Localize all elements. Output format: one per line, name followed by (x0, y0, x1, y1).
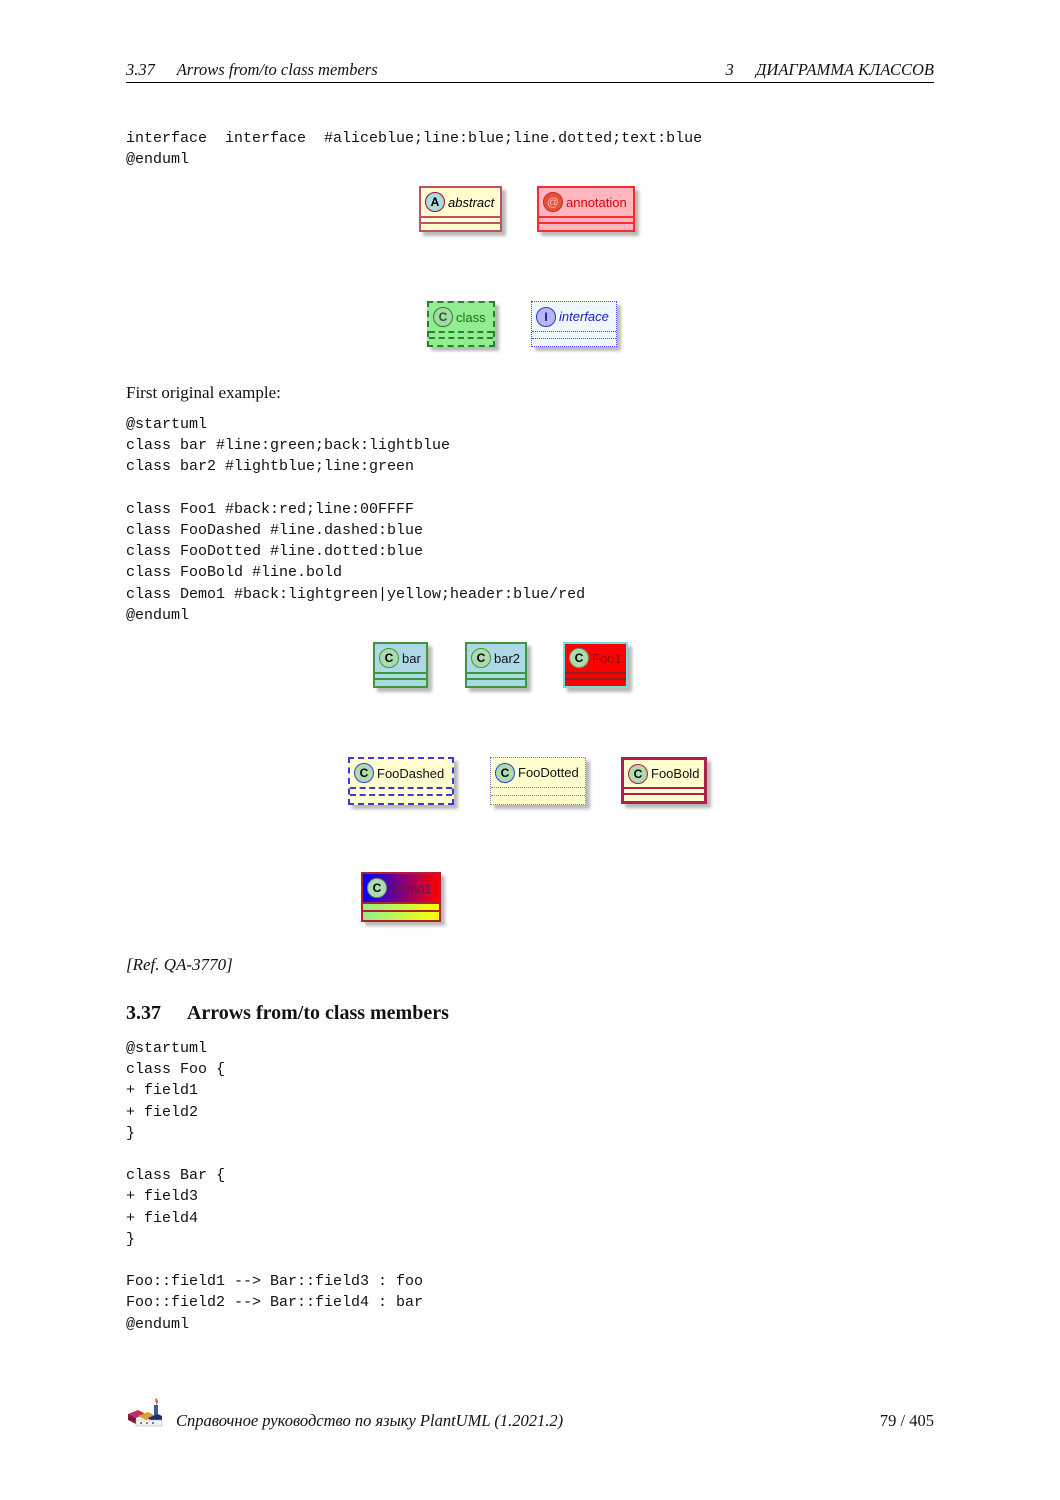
code-line: interface interface #aliceblue;line:blue… (126, 130, 703, 147)
code-line: @startuml (126, 416, 208, 433)
page-number: 79 / 405 (879, 1411, 934, 1430)
code-line: + field3 (126, 1188, 199, 1206)
code-line: + field2 (126, 1103, 199, 1121)
code-line: Foo::field2 --> Bar::field4 : bar (126, 1294, 424, 1312)
class-name: FooDotted (518, 765, 579, 780)
section-number: 3.37 (126, 1002, 161, 1024)
code-line: @enduml (126, 151, 190, 169)
interface-badge-icon: I (536, 306, 556, 327)
class-name: FooDashed (377, 765, 445, 781)
section-title: Arrows from/to class members (186, 1002, 449, 1024)
class-box-bar2: C bar2 (465, 642, 527, 688)
class-badge-icon: C (354, 763, 374, 783)
class-box-foo1: C Foo1 (563, 642, 628, 688)
code-line: + field1 (126, 1082, 199, 1100)
class-name: abstract (448, 194, 495, 210)
class-badge-icon: C (628, 763, 648, 784)
class-badge-icon: C (433, 307, 453, 327)
class-box-foodashed: C FooDashed (348, 757, 454, 805)
code-line: class Demo1 #back:lightgreen|yellow;head… (126, 585, 586, 603)
section-heading: 3.37 Arrows from/to class members (126, 1002, 449, 1025)
class-badge-icon: C (471, 648, 491, 668)
class-box-bar: C bar (373, 642, 428, 688)
class-box-interface: I interface (531, 301, 617, 347)
code-line: class FooBold #line.bold (126, 564, 343, 582)
class-name: Foo1 (592, 650, 622, 666)
code-line: Foo::field1 --> Bar::field3 : foo (126, 1273, 424, 1291)
code-block-2: @startuml class bar #line:green;back:lig… (126, 414, 585, 626)
code-line: class Foo1 #back:red;line:00FFFF (126, 500, 415, 518)
class-name: Demo1 (390, 880, 432, 896)
class-name: annotation (566, 194, 627, 210)
class-box-annotation: @ annotation (537, 186, 635, 232)
page-footer: Справочное руководство по языку PlantUML… (126, 1398, 934, 1436)
class-badge-icon: C (379, 648, 399, 668)
class-box-demo1: C Demo1 (361, 872, 441, 922)
class-name: FooBold (651, 766, 700, 781)
class-box-foobold: C FooBold (621, 757, 707, 804)
code-line: } (126, 1230, 136, 1248)
code-line: @enduml (126, 1315, 190, 1333)
code-line: } (126, 1124, 136, 1142)
header-chapter: 3 ДИАГРАММА КЛАССОВ (726, 60, 934, 80)
header-section-number: 3.37 (126, 60, 155, 79)
class-badge-icon: C (495, 762, 515, 783)
abstract-badge-icon: A (425, 192, 445, 212)
header-section-title: Arrows from/to class members (176, 60, 378, 79)
code-line: class bar2 #lightblue;line:green (126, 458, 415, 476)
header-chapter-title: ДИАГРАММА КЛАССОВ (755, 60, 934, 79)
annotation-badge-icon: @ (543, 192, 563, 212)
header-section: 3.37 Arrows from/to class members (126, 60, 378, 80)
code-line: class FooDotted #line.dotted:blue (126, 543, 424, 561)
code-line: class FooDashed #line.dashed:blue (126, 522, 424, 540)
class-box-abstract: A abstract (419, 186, 502, 232)
page-header: 3.37 Arrows from/to class members 3 ДИАГ… (126, 60, 934, 83)
code-line: @enduml (126, 606, 190, 624)
intro-text: First original example: (126, 383, 281, 402)
code-line: class Bar { (126, 1167, 226, 1185)
class-name: bar2 (494, 650, 521, 666)
code-line: class bar #line:green;back:lightblue (126, 437, 451, 455)
class-name: bar (402, 650, 421, 666)
class-box-foodotted: C FooDotted (490, 757, 586, 805)
class-name: class (456, 309, 486, 325)
class-badge-icon: C (569, 648, 589, 668)
reference-note: [Ref. QA-3770] (126, 955, 233, 974)
footer-title: Справочное руководство по языку PlantUML… (176, 1411, 564, 1430)
header-chapter-number: 3 (725, 60, 734, 79)
code-block-3: @startuml class Foo { + field1 + field2 … (126, 1038, 423, 1335)
code-line: + field4 (126, 1209, 199, 1227)
code-line: @startuml (126, 1040, 208, 1057)
class-name: interface (559, 309, 609, 324)
class-badge-icon: C (367, 878, 387, 898)
class-box-class: C class (427, 301, 495, 347)
code-block-top: interface interface #aliceblue;line:blue… (126, 128, 702, 170)
code-line: class Foo { (126, 1061, 226, 1079)
plantuml-logo-icon (128, 1398, 163, 1427)
